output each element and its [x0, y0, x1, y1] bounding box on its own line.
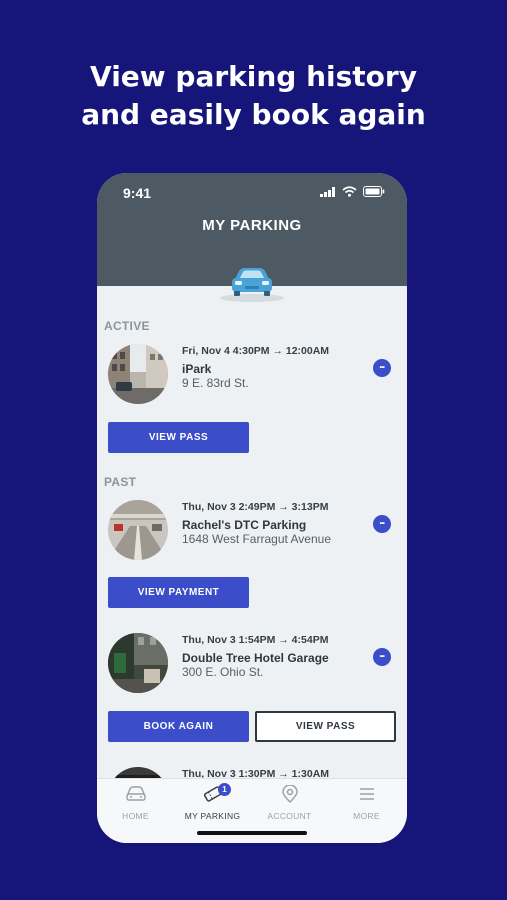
book-again-button[interactable]: BOOK AGAIN: [108, 711, 249, 742]
tab-label-home: HOME: [122, 811, 149, 821]
view-pass-button[interactable]: VIEW PASS: [108, 422, 249, 453]
entry-thumbnail: [108, 500, 168, 560]
section-label-past: PAST: [104, 475, 137, 489]
more-options-button[interactable]: •••: [373, 515, 391, 533]
screen-title: MY PARKING: [202, 217, 302, 234]
tab-label-more: MORE: [353, 811, 380, 821]
notification-badge: 1: [218, 783, 231, 796]
status-time: 9:41: [123, 185, 152, 201]
location-pin-icon: [281, 784, 298, 804]
section-label-active: ACTIVE: [104, 319, 150, 333]
entry-name: Double Tree Hotel Garage: [182, 651, 329, 665]
headline-line-2: and easily book again: [81, 98, 426, 131]
tab-more[interactable]: MORE: [328, 785, 405, 821]
phone-screen: 9:41 MY PARKING ACTIVE Fri, Nov 4 4:30PM…: [97, 173, 407, 843]
entry-thumbnail: [108, 344, 168, 404]
entry-time: Thu, Nov 3 1:54PM → 4:54PM: [182, 634, 329, 646]
entry-address: 300 E. Ohio St.: [182, 665, 264, 679]
car-illustration-icon: [219, 265, 285, 305]
wifi-icon: [342, 186, 357, 197]
battery-icon: [363, 186, 385, 197]
entry-address: 1648 West Farragut Avenue: [182, 532, 331, 546]
headline-line-1: View parking history: [90, 60, 417, 93]
tab-my-parking[interactable]: 1 MY PARKING: [174, 783, 251, 821]
more-icon: •••: [379, 521, 385, 527]
entry-name: Rachel's DTC Parking: [182, 518, 307, 532]
tab-label-my-parking: MY PARKING: [184, 811, 241, 821]
status-icons: [320, 186, 385, 197]
entry-thumbnail: [108, 633, 168, 693]
entry-time: Fri, Nov 4 4:30PM → 12:00AM: [182, 345, 330, 357]
tab-label-account: ACCOUNT: [267, 811, 312, 821]
tab-account[interactable]: ACCOUNT: [251, 784, 328, 821]
entry-name: iPark: [182, 362, 212, 376]
home-indicator: [197, 831, 307, 835]
view-payment-button[interactable]: VIEW PAYMENT: [108, 577, 249, 608]
entry-address: 9 E. 83rd St.: [182, 376, 249, 390]
car-icon: [125, 786, 146, 801]
more-options-button[interactable]: •••: [373, 648, 391, 666]
entry-time: Thu, Nov 3 2:49PM → 3:13PM: [182, 501, 329, 513]
headline: View parking history and easily book aga…: [0, 58, 507, 134]
tab-home[interactable]: HOME: [97, 785, 174, 821]
view-pass-button[interactable]: VIEW PASS: [255, 711, 396, 742]
signal-icon: [320, 186, 335, 197]
menu-icon: [359, 788, 374, 800]
more-options-button[interactable]: •••: [373, 359, 391, 377]
more-icon: •••: [379, 365, 385, 371]
more-icon: •••: [379, 654, 385, 660]
